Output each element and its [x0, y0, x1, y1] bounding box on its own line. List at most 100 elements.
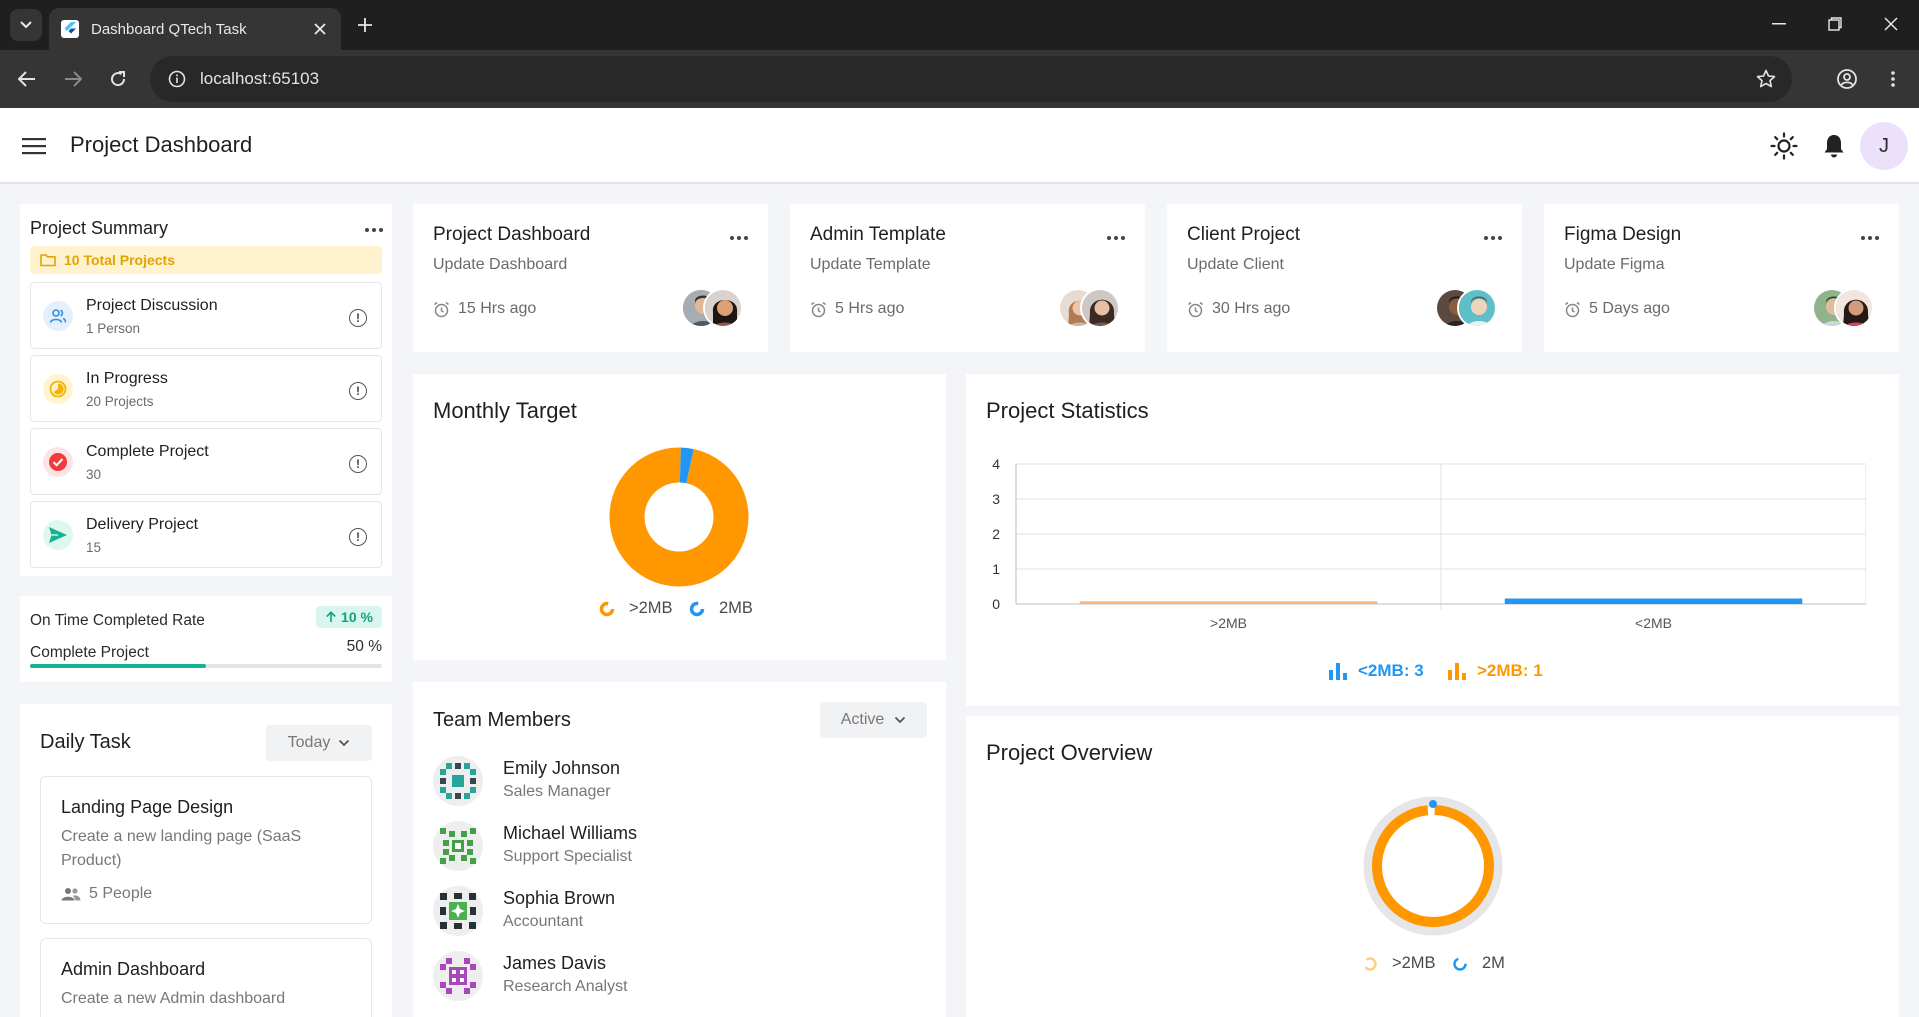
minimize-icon[interactable] — [1751, 0, 1807, 48]
team-member-row[interactable]: Michael Williams Support Specialist — [433, 815, 833, 871]
more-options-icon[interactable] — [1858, 230, 1882, 246]
task-card[interactable]: Landing Page Design Create a new landing… — [40, 776, 372, 924]
legend-donut-orange-icon — [1363, 956, 1377, 971]
project-statistics-bar-chart: 0 1 2 3 4 >2MB <2MB — [992, 456, 1866, 631]
project-statistics-card: Project Statistics 0 1 2 3 4 >2MB <2MB <2MB: 3… — [966, 374, 1899, 706]
alarm-clock-icon — [1565, 301, 1580, 317]
new-tab-icon[interactable] — [350, 10, 380, 40]
flutter-icon — [61, 20, 79, 38]
legend-over-2mb: >2MB: 1 — [1447, 661, 1543, 681]
alert-info-icon[interactable]: ! — [349, 455, 367, 473]
alert-info-icon[interactable]: ! — [349, 528, 367, 546]
more-options-icon[interactable] — [362, 222, 386, 238]
project-card[interactable]: Admin Template Update Template 5 Hrs ago — [790, 204, 1145, 352]
restore-icon[interactable] — [1807, 0, 1863, 48]
bar-chart-icon — [1329, 663, 1347, 680]
complete-project-percent: 50 % — [346, 638, 382, 655]
summary-item-label: Complete Project — [86, 443, 209, 460]
alert-info-icon[interactable]: ! — [349, 382, 367, 400]
chevron-down-icon — [895, 716, 906, 724]
summary-item-sub: 30 — [86, 467, 102, 482]
project-time: 30 Hrs ago — [1187, 300, 1290, 318]
browser-tab-bar: Dashboard QTech Task — [0, 0, 1919, 50]
send-icon — [43, 520, 73, 550]
monthly-target-title: Monthly Target — [433, 398, 577, 423]
legend-under-2mb: <2MB: 3 — [1328, 661, 1424, 681]
today-filter-dropdown[interactable]: Today — [266, 725, 372, 761]
user-avatar[interactable]: J — [1860, 122, 1908, 170]
more-options-icon[interactable] — [1104, 230, 1128, 246]
rate-badge: 10 % — [316, 606, 382, 628]
x-tick-label: >2MB — [1210, 615, 1247, 631]
team-member-row[interactable]: James Davis Research Analyst — [433, 945, 833, 1001]
bookmark-star-icon[interactable] — [1748, 61, 1784, 97]
member-avatar-photo — [1834, 288, 1874, 328]
hamburger-menu-icon[interactable] — [18, 130, 50, 162]
site-info-icon[interactable] — [162, 64, 192, 94]
task-description: Create a new Admin dashboard — [61, 990, 286, 1007]
address-bar[interactable]: localhost:65103 — [150, 56, 1792, 102]
summary-item-discussion[interactable]: Project Discussion 1 Person ! — [30, 282, 382, 349]
summary-item-label: Delivery Project — [86, 516, 199, 533]
folder-icon — [40, 254, 56, 267]
theme-toggle-sun-icon[interactable] — [1766, 128, 1802, 164]
active-filter-label: Active — [840, 711, 885, 728]
legend-donut-blue-icon — [689, 601, 705, 616]
summary-item-delivery[interactable]: Delivery Project 15 ! — [30, 501, 382, 568]
identicon-avatar — [433, 756, 483, 806]
project-subtitle: Update Dashboard — [433, 256, 568, 273]
browser-tab[interactable]: Dashboard QTech Task — [49, 8, 341, 50]
project-title: Client Project — [1187, 224, 1300, 245]
project-card[interactable]: Client Project Update Client 30 Hrs ago — [1167, 204, 1522, 352]
browser-menu-icon[interactable] — [1876, 62, 1910, 96]
project-time-text: 30 Hrs ago — [1212, 300, 1291, 317]
chevron-down-icon — [339, 739, 350, 747]
donut-slice->2MB — [1372, 805, 1494, 927]
project-card[interactable]: Figma Design Update Figma 5 Days ago — [1544, 204, 1899, 352]
profile-icon[interactable] — [1830, 62, 1864, 96]
team-member-row[interactable]: Emily Johnson Sales Manager — [433, 750, 833, 806]
alarm-clock-icon — [811, 301, 826, 317]
summary-item-complete[interactable]: Complete Project 30 ! — [30, 428, 382, 495]
complete-progress-bar — [30, 664, 382, 668]
task-title: Admin Dashboard — [61, 959, 206, 979]
bar-<2MB — [1504, 598, 1803, 604]
window-close-icon[interactable] — [1863, 0, 1919, 48]
group-icon — [61, 888, 81, 901]
more-options-icon[interactable] — [1481, 230, 1505, 246]
people-icon — [43, 301, 73, 331]
back-icon[interactable] — [10, 62, 44, 96]
tab-search-button[interactable] — [10, 9, 42, 41]
member-name: James Davis — [503, 953, 607, 973]
member-avatar-photo — [703, 288, 743, 328]
active-filter-dropdown[interactable]: Active — [820, 702, 927, 738]
member-role: Research Analyst — [503, 978, 628, 995]
project-time: 5 Hrs ago — [810, 300, 904, 318]
summary-item-in-progress[interactable]: In Progress 20 Projects ! — [30, 355, 382, 422]
alert-info-icon[interactable]: ! — [349, 309, 367, 327]
notification-bell-icon[interactable] — [1816, 128, 1852, 164]
app-bar: Project Dashboard J — [0, 108, 1919, 184]
more-options-icon[interactable] — [727, 230, 751, 246]
task-card[interactable]: Admin Dashboard Create a new Admin dashb… — [40, 938, 372, 1017]
task-people-count: 5 People — [89, 885, 153, 902]
donut-slice-2M — [1429, 800, 1437, 808]
project-summary-card: Project Summary 10 Total Projects Projec… — [20, 204, 392, 576]
legend-item-2mb: 2MB — [689, 599, 753, 618]
url-text: localhost:65103 — [200, 69, 320, 88]
identicon-avatar — [433, 821, 483, 871]
project-subtitle: Update Figma — [1564, 256, 1665, 273]
member-avatar-photo — [1080, 288, 1120, 328]
arrow-up-icon — [326, 611, 336, 622]
team-members-title: Team Members — [433, 709, 571, 731]
reload-icon[interactable] — [101, 62, 135, 96]
member-name: Emily Johnson — [503, 758, 621, 778]
project-card[interactable]: Project Dashboard Update Dashboard 15 Hr… — [413, 204, 768, 352]
page-title: Project Dashboard — [70, 132, 253, 157]
completion-rate-card: On Time Completed Rate 10 % Complete Pro… — [20, 596, 392, 682]
tab-close-icon[interactable] — [305, 14, 335, 44]
project-time-text: 5 Hrs ago — [835, 300, 905, 317]
task-description: Create a new landing page (SaaS Product) — [61, 828, 302, 869]
team-member-row[interactable]: Sophia Brown Accountant — [433, 880, 833, 936]
forward-icon[interactable] — [56, 62, 90, 96]
